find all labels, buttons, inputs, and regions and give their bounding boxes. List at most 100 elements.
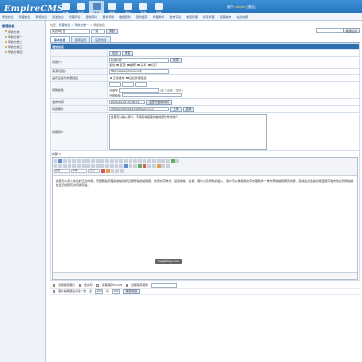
nav-item[interactable]: 发布字段	[170, 15, 182, 19]
paste-text-icon[interactable]	[91, 159, 95, 163]
hr-icon[interactable]	[152, 164, 156, 168]
show-blocks-icon[interactable]	[115, 169, 120, 173]
nav-item[interactable]: 更新缓存	[136, 15, 148, 19]
nav-item[interactable]: 站点地图	[237, 15, 249, 19]
align-left-icon[interactable]	[105, 164, 109, 168]
select-all-icon[interactable]	[128, 159, 133, 163]
editor-resize-bar[interactable]	[52, 271, 358, 279]
remove-format-icon[interactable]	[133, 159, 138, 163]
set-time-button[interactable]: 设置为当前时间	[146, 99, 172, 105]
tab-options[interactable]: 选项设置	[70, 36, 91, 42]
about-icon[interactable]	[119, 169, 124, 173]
sort-select-2[interactable]	[122, 82, 135, 88]
cut-icon[interactable]	[77, 159, 81, 163]
spellcheck-icon[interactable]	[105, 159, 109, 163]
remote-flash-checkbox[interactable]	[96, 284, 99, 287]
sidebar-item[interactable]: 导航分类四	[0, 50, 45, 55]
tab-settings[interactable]: 设置信息	[91, 36, 111, 42]
textarea-icon[interactable]	[156, 159, 161, 163]
unlink-icon[interactable]	[128, 164, 133, 168]
nav-item[interactable]: 签发信息	[52, 15, 64, 19]
image-icon[interactable]	[137, 164, 142, 168]
save-icon[interactable]	[58, 159, 63, 163]
upload-button[interactable]: 上传	[170, 106, 182, 112]
sort-select-3[interactable]	[135, 82, 148, 88]
extlink-input[interactable]	[121, 92, 182, 98]
sort-select-1[interactable]	[109, 82, 122, 88]
hidden-field-icon[interactable]	[175, 159, 180, 163]
image-button-icon[interactable]	[170, 159, 175, 163]
new-page-icon[interactable]	[62, 159, 67, 163]
sidebar-root[interactable]: 管理信息	[0, 21, 45, 29]
crumb-link[interactable]: 管理信息	[59, 23, 71, 27]
column-select[interactable]: 请选择栏目	[50, 28, 90, 34]
nav-item[interactable]: 标签管理	[203, 15, 215, 19]
save-content-button[interactable]: 保存内容	[122, 288, 140, 294]
titlepic-input[interactable]: /d/file/p/2024/04-02/titlepic.png	[109, 106, 170, 112]
anchor-icon[interactable]	[133, 164, 138, 168]
indent-icon[interactable]	[95, 164, 100, 168]
outdent-icon[interactable]	[91, 164, 95, 168]
italic-icon[interactable]	[58, 164, 63, 168]
bold-icon[interactable]	[53, 164, 58, 168]
font-select[interactable]: 字体	[70, 169, 87, 173]
blockquote-icon[interactable]	[100, 164, 105, 168]
align-right-icon[interactable]	[114, 164, 119, 168]
remote-path-input[interactable]	[150, 283, 177, 288]
editor-content[interactable]: 这里可以录入信息的正文内容。帝国网站管理系统提供所见即所得的编辑器，支持文字样式…	[52, 175, 358, 272]
bulleted-list-icon[interactable]	[86, 164, 91, 168]
strike-icon[interactable]	[67, 164, 72, 168]
remote-other-checkbox[interactable]	[125, 284, 129, 287]
nav-item[interactable]: 远程发布	[220, 15, 232, 19]
select-file-button[interactable]: 选择	[182, 106, 195, 112]
intro-textarea[interactable]: 这里可以输入简介，不填写将截取内容前部分作为简介	[109, 113, 268, 150]
nav-item[interactable]: 更新碎片	[86, 15, 98, 19]
nav-item[interactable]: 审核信息	[36, 15, 48, 19]
redo-icon[interactable]	[114, 159, 119, 163]
find-icon[interactable]	[119, 159, 124, 163]
flash-icon[interactable]	[142, 164, 147, 168]
underline-icon[interactable]	[62, 164, 67, 168]
format-select[interactable]: 格式	[53, 169, 70, 173]
template-icon[interactable]	[72, 159, 77, 163]
nav-item[interactable]: 类型管理	[186, 15, 198, 19]
nav-item[interactable]: 管理评论	[69, 15, 81, 19]
numbered-list-icon[interactable]	[81, 164, 86, 168]
go-button[interactable]: 添加	[106, 28, 118, 34]
table-icon[interactable]	[147, 164, 152, 168]
bg-color-icon[interactable]	[105, 169, 110, 173]
text-color-icon[interactable]	[101, 169, 105, 173]
paste-icon[interactable]	[86, 159, 91, 163]
button-icon[interactable]	[166, 159, 170, 163]
paste-word-icon[interactable]	[95, 159, 100, 163]
title-input[interactable]: 标题名称	[109, 58, 170, 63]
checkbox-icon[interactable]	[142, 159, 147, 163]
nav-item[interactable]: 增加信息	[2, 15, 14, 19]
nav-item[interactable]: 更新专题	[103, 15, 115, 19]
nav-item[interactable]: 数据更新	[119, 15, 131, 19]
nav-item[interactable]: 管理附件	[153, 15, 165, 19]
page-break-icon[interactable]	[166, 164, 170, 168]
print-icon[interactable]	[100, 159, 105, 163]
subscript-icon[interactable]	[72, 164, 77, 168]
copy-icon[interactable]	[81, 159, 86, 163]
thumb-height-input[interactable]: 120	[111, 289, 120, 294]
replace-icon[interactable]	[123, 159, 128, 163]
superscript-icon[interactable]	[77, 164, 81, 168]
thumb-width-input[interactable]: 120	[94, 289, 103, 294]
smiley-icon[interactable]	[156, 164, 161, 168]
submit-button[interactable]: 提交	[109, 50, 121, 56]
tab-basic[interactable]: 基本信息	[50, 36, 70, 42]
rows-select[interactable]: 一般	[91, 28, 105, 34]
nav-item[interactable]: 管理信息	[19, 15, 31, 19]
special-char-icon[interactable]	[161, 164, 166, 168]
form-icon[interactable]	[137, 159, 142, 163]
source-icon[interactable]	[53, 159, 58, 163]
crumb-link[interactable]: 导航分类一	[75, 23, 89, 27]
search-button[interactable]: 搜索信息	[342, 28, 360, 33]
reset-button[interactable]: 重置	[121, 50, 134, 56]
logout-link[interactable]: [退出]	[246, 5, 255, 9]
maximize-icon[interactable]	[110, 169, 115, 173]
preview-icon[interactable]	[67, 159, 72, 163]
check-title-button[interactable]: 检测	[170, 57, 182, 63]
